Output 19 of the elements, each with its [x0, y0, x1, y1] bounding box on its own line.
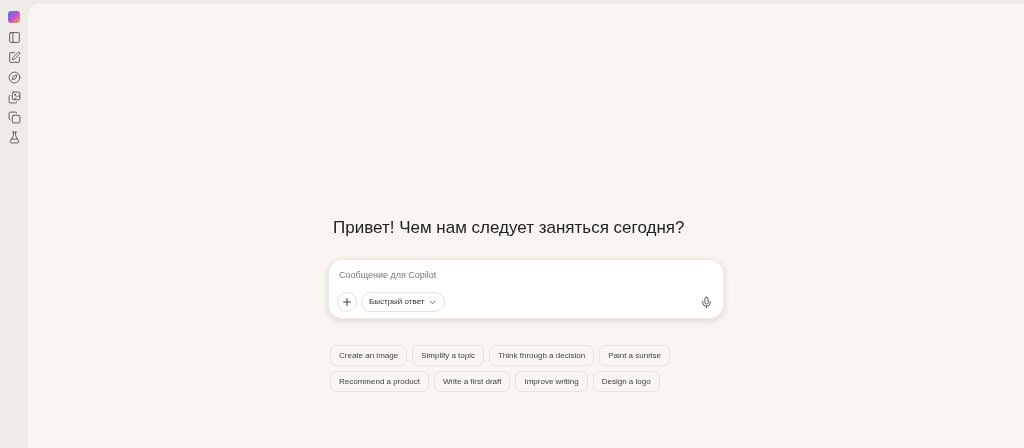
suggestion-chip[interactable]: Create an image: [330, 345, 408, 366]
suggestion-chip[interactable]: Recommend a product: [330, 371, 429, 392]
pages-icon[interactable]: [7, 111, 21, 124]
suggestion-chip[interactable]: Improve writing: [515, 371, 588, 392]
flask-icon[interactable]: [7, 131, 21, 144]
compass-icon[interactable]: [7, 71, 21, 84]
suggestion-chip[interactable]: Write a first draft: [433, 371, 511, 392]
suggestion-chip[interactable]: Paint a sunrise: [599, 345, 671, 366]
app-logo[interactable]: [7, 10, 21, 24]
suggestion-chip[interactable]: Simplify a topic: [412, 345, 484, 366]
suggestion-chip[interactable]: Think through a decision: [488, 345, 595, 366]
message-input[interactable]: Сообщение для Copilot: [337, 268, 715, 282]
images-icon[interactable]: [7, 91, 21, 104]
new-chat-icon[interactable]: [7, 51, 21, 64]
sidebar-toggle-icon[interactable]: [7, 31, 21, 44]
plus-icon: [341, 296, 353, 308]
suggestion-chip[interactable]: Design a logo: [592, 371, 660, 392]
greeting-heading: Привет! Чем нам следует заняться сегодня?: [332, 217, 686, 239]
microphone-icon[interactable]: [700, 295, 713, 309]
